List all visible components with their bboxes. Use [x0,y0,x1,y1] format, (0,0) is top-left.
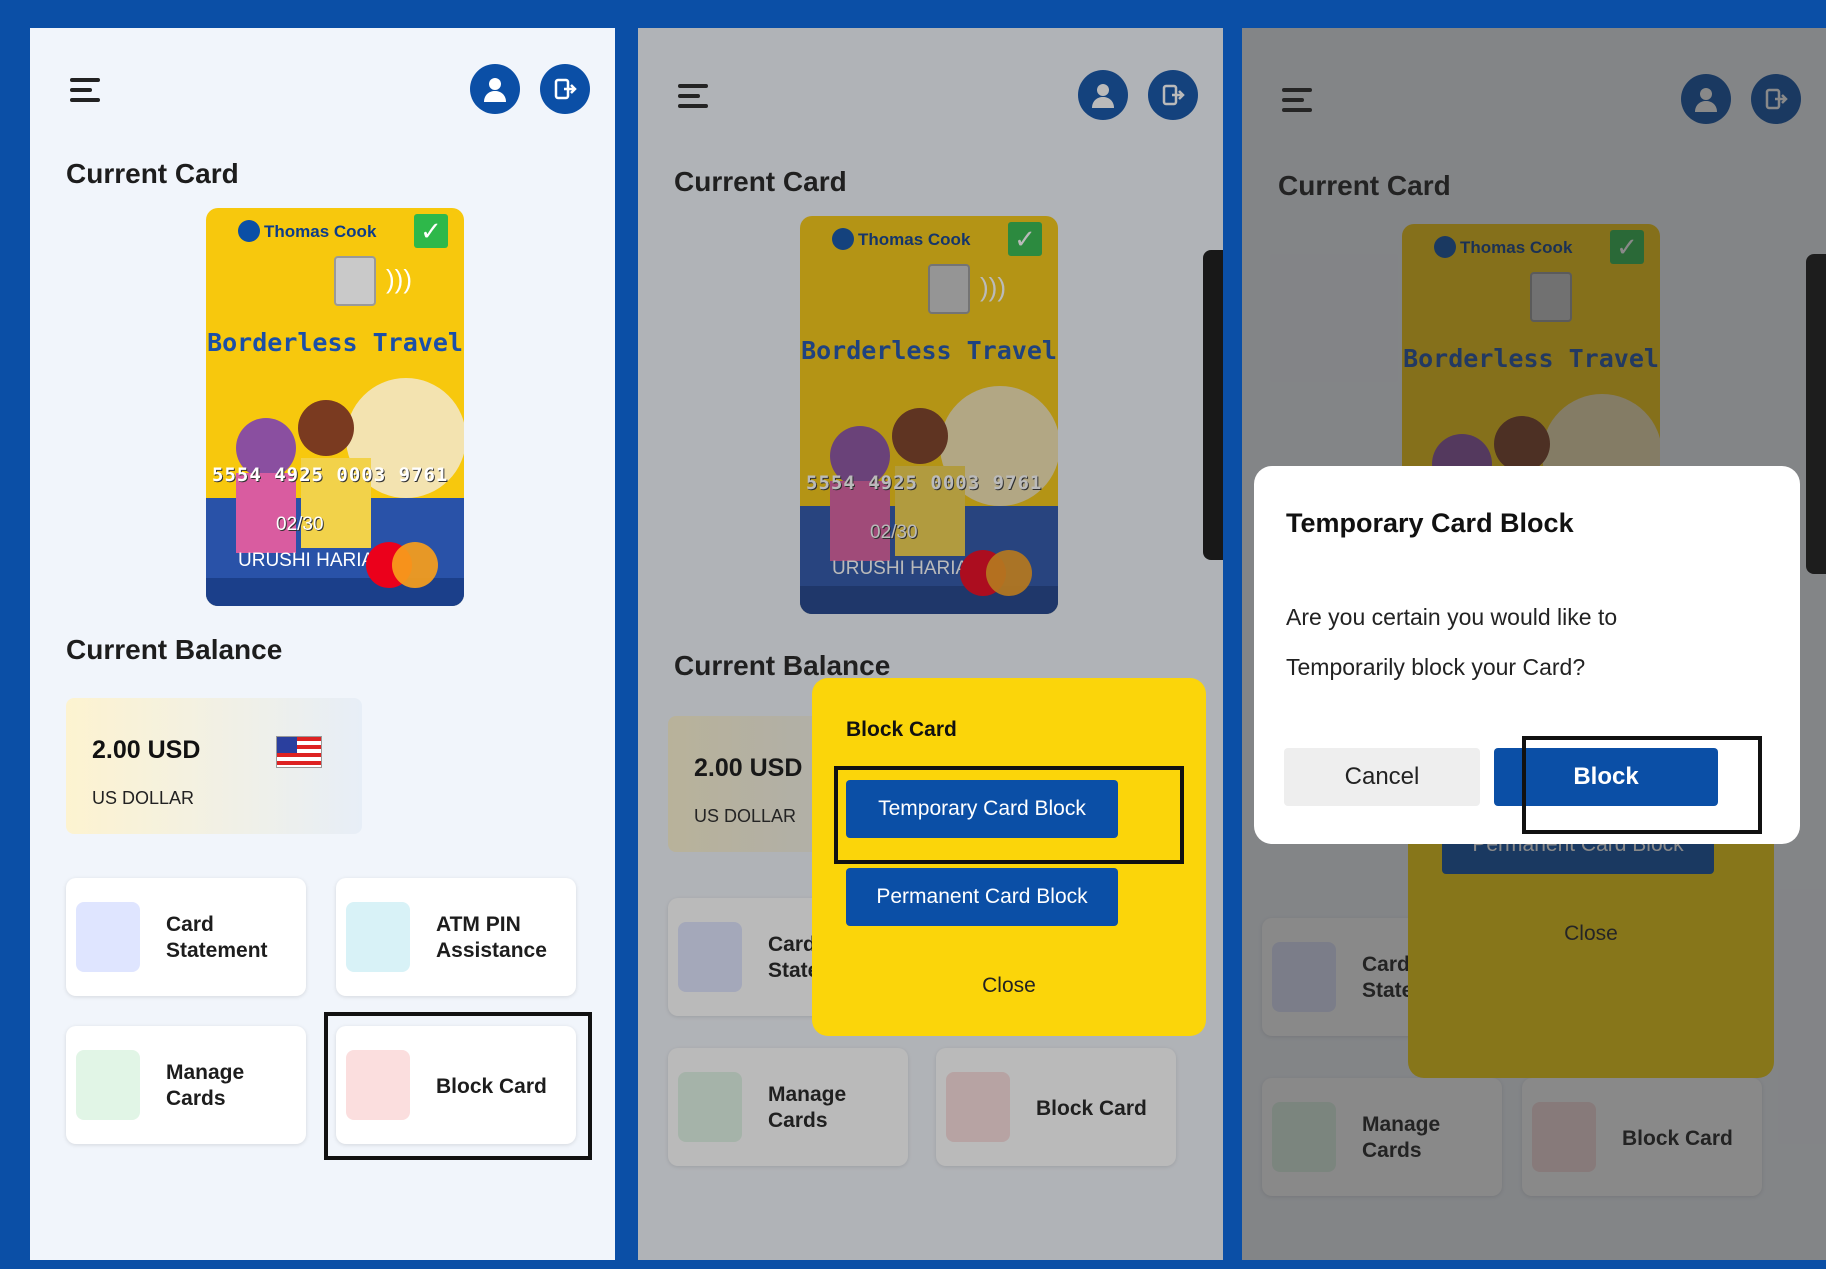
atm-pin-icon [346,902,410,972]
tile-label: Manage Cards [166,1061,245,1110]
cancel-button[interactable]: Cancel [1284,748,1480,806]
screen-home: Current Card Thomas Cook ✓ ))) Borderles… [30,28,615,1260]
card-expiry: 02/30 [276,514,324,535]
tile-label: ATM PIN Assistance [436,913,547,962]
card-statement-tile[interactable]: Card Statement [66,878,306,996]
block-card-highlight [324,1012,592,1160]
tile-label: Card Statement [166,913,268,962]
check-icon: ✓ [414,214,448,248]
contactless-icon: ))) [386,264,412,294]
balance-card[interactable]: 2.00 USD US DOLLAR [66,698,362,834]
card-holder: URUSHI HARIA [238,550,375,571]
us-flag-icon [276,736,322,768]
card-image[interactable]: Thomas Cook ✓ ))) Borderless Travel 5554… [206,208,464,606]
current-card-title: Current Card [66,158,239,189]
card-tagline: Borderless Travel [207,328,463,357]
manage-cards-tile[interactable]: Manage Cards [66,1026,306,1144]
chip-icon [334,256,376,306]
top-bar [70,64,590,120]
manage-cards-icon [76,1050,140,1120]
hamburger-icon[interactable] [70,78,100,108]
screen-confirm-block: Current Card Thomas Cook ✓ Borderless Tr… [1242,28,1826,1260]
logout-icon[interactable] [540,64,590,114]
current-balance-title: Current Balance [66,634,283,665]
confirm-block-highlight [1522,736,1762,834]
popover-title: Block Card [846,718,957,741]
user-icon[interactable] [470,64,520,114]
statement-icon [76,902,140,972]
mastercard-icon-overlap [392,542,438,588]
popover-close-button[interactable]: Close [812,974,1206,998]
dialog-message: Are you certain you would like to Tempor… [1286,604,1618,680]
atm-pin-tile[interactable]: ATM PIN Assistance [336,878,576,996]
card-brand: Thomas Cook [264,222,377,241]
brand-logo-icon [238,220,260,242]
balance-amount: 2.00 USD [92,736,201,764]
dialog-title: Temporary Card Block [1286,508,1574,538]
screen-block-menu: Current Card Thomas Cook ✓ ))) Borderles… [638,28,1223,1260]
card-number: 5554 4925 0003 9761 [212,464,449,486]
balance-currency: US DOLLAR [92,788,195,808]
permanent-block-button[interactable]: Permanent Card Block [846,868,1118,926]
overlay-dim [638,28,1223,1260]
temporary-block-highlight [834,766,1184,864]
